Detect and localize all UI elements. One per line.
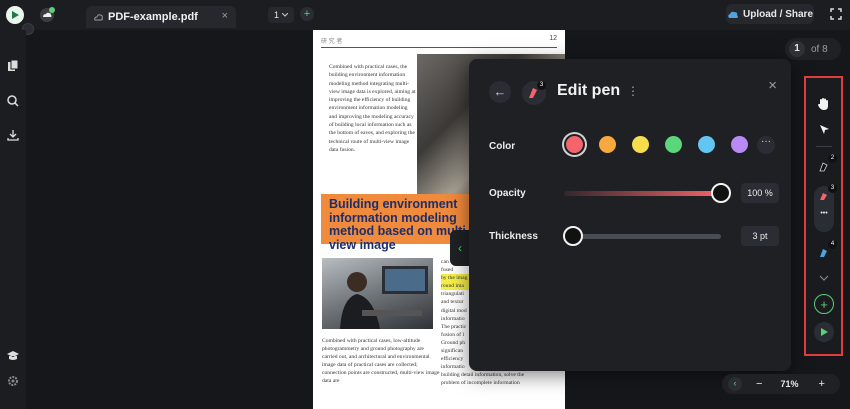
edit-pen-panel: ← 3 Edit pen ⋮ × Color ··· Opacity 100 %…	[469, 59, 791, 371]
black-pen-badge: 2	[828, 154, 837, 163]
cloud-sync-icon[interactable]	[38, 7, 56, 23]
pen-badge: 3	[537, 81, 546, 90]
color-swatch[interactable]	[698, 136, 715, 153]
black-pen-icon[interactable]: 2	[814, 154, 837, 176]
thickness-slider-track[interactable]	[564, 234, 721, 239]
workstation-photo	[322, 258, 433, 329]
color-swatch[interactable]	[599, 136, 616, 153]
pen-tool-icon: 3	[522, 81, 546, 105]
search-icon[interactable]	[7, 95, 19, 107]
zoom-chevron-left-icon[interactable]: ‹	[728, 377, 742, 391]
download-icon[interactable]	[7, 129, 19, 141]
cloud-icon	[94, 14, 103, 21]
tab-close-icon[interactable]: ×	[222, 10, 228, 22]
thickness-slider-knob[interactable]	[563, 226, 584, 246]
text-line: building detail information, solve the	[441, 372, 525, 379]
color-swatch[interactable]	[665, 136, 682, 153]
page-counter: 1 of 8	[785, 38, 841, 60]
tab-title: PDF-example.pdf	[108, 11, 198, 23]
thickness-value[interactable]: 3 pt	[741, 226, 779, 246]
chevron-down-icon	[282, 13, 288, 17]
color-label: Color	[489, 141, 516, 152]
zoom-bar: ‹ − 71% +	[722, 374, 840, 394]
panel-title: Edit pen	[557, 82, 621, 99]
more-options-icon[interactable]: ⋮	[627, 85, 639, 97]
opacity-label: Opacity	[489, 188, 526, 199]
collapse-chevron-left-icon[interactable]: ‹	[450, 230, 470, 266]
annotation-toolbar: 2 3 ••• 4 +	[804, 76, 843, 356]
zoom-level: 71%	[780, 379, 799, 389]
paragraph-1: Combined with practical cases, the build…	[329, 64, 416, 153]
blue-highlighter-icon[interactable]: 4	[814, 240, 837, 262]
toolbar-divider	[816, 146, 832, 147]
document-tab[interactable]: PDF-example.pdf ×	[86, 6, 236, 28]
fullscreen-icon[interactable]	[830, 8, 842, 20]
app-logo-icon[interactable]	[6, 6, 24, 24]
red-pen-icon[interactable]: 3 •••	[814, 184, 837, 232]
hand-tool-icon[interactable]	[814, 94, 834, 114]
select-arrow-icon[interactable]	[814, 120, 834, 140]
app-mini-logo-icon[interactable]	[814, 322, 834, 342]
page-header: 研 究 者 12	[321, 35, 557, 48]
opacity-slider-knob[interactable]	[711, 183, 731, 203]
left-sidebar	[0, 30, 26, 409]
paragraph-2: Combined with practical cases, low-altit…	[322, 338, 440, 385]
page-header-text: 研 究 者	[321, 39, 343, 45]
color-swatch[interactable]	[632, 136, 649, 153]
thickness-label: Thickness	[489, 231, 538, 242]
education-icon[interactable]	[7, 350, 19, 362]
upload-share-label: Upload / Share	[742, 8, 813, 20]
close-icon[interactable]: ×	[768, 77, 777, 94]
pen-options-dots-icon[interactable]: •••	[814, 210, 834, 217]
pages-icon[interactable]	[7, 60, 19, 72]
red-pen-badge: 3	[828, 184, 837, 193]
page-select-value: 1	[273, 10, 279, 20]
page-number: 12	[549, 35, 557, 42]
opacity-value[interactable]: 100 %	[741, 183, 779, 203]
opacity-slider-track[interactable]	[564, 191, 721, 196]
blue-pen-badge: 4	[828, 240, 837, 249]
settings-gear-icon[interactable]	[7, 375, 19, 387]
add-tool-button[interactable]: +	[814, 294, 834, 314]
upload-cloud-icon	[728, 11, 738, 18]
page-select[interactable]: 1	[268, 7, 294, 23]
text-line: problem of incomplete information	[441, 380, 520, 387]
add-tab-button[interactable]: +	[300, 7, 314, 21]
current-page[interactable]: 1	[789, 41, 805, 57]
zoom-in-button[interactable]: +	[818, 378, 824, 390]
color-swatch[interactable]	[731, 136, 748, 153]
total-pages: of 8	[811, 43, 828, 55]
expand-chevron-down-icon[interactable]	[814, 268, 834, 288]
color-swatch[interactable]	[566, 136, 583, 153]
zoom-out-button[interactable]: −	[756, 378, 762, 390]
back-arrow-icon[interactable]: ←	[489, 81, 511, 103]
more-colors-button[interactable]: ···	[757, 136, 775, 154]
upload-share-button[interactable]: Upload / Share	[726, 4, 814, 24]
